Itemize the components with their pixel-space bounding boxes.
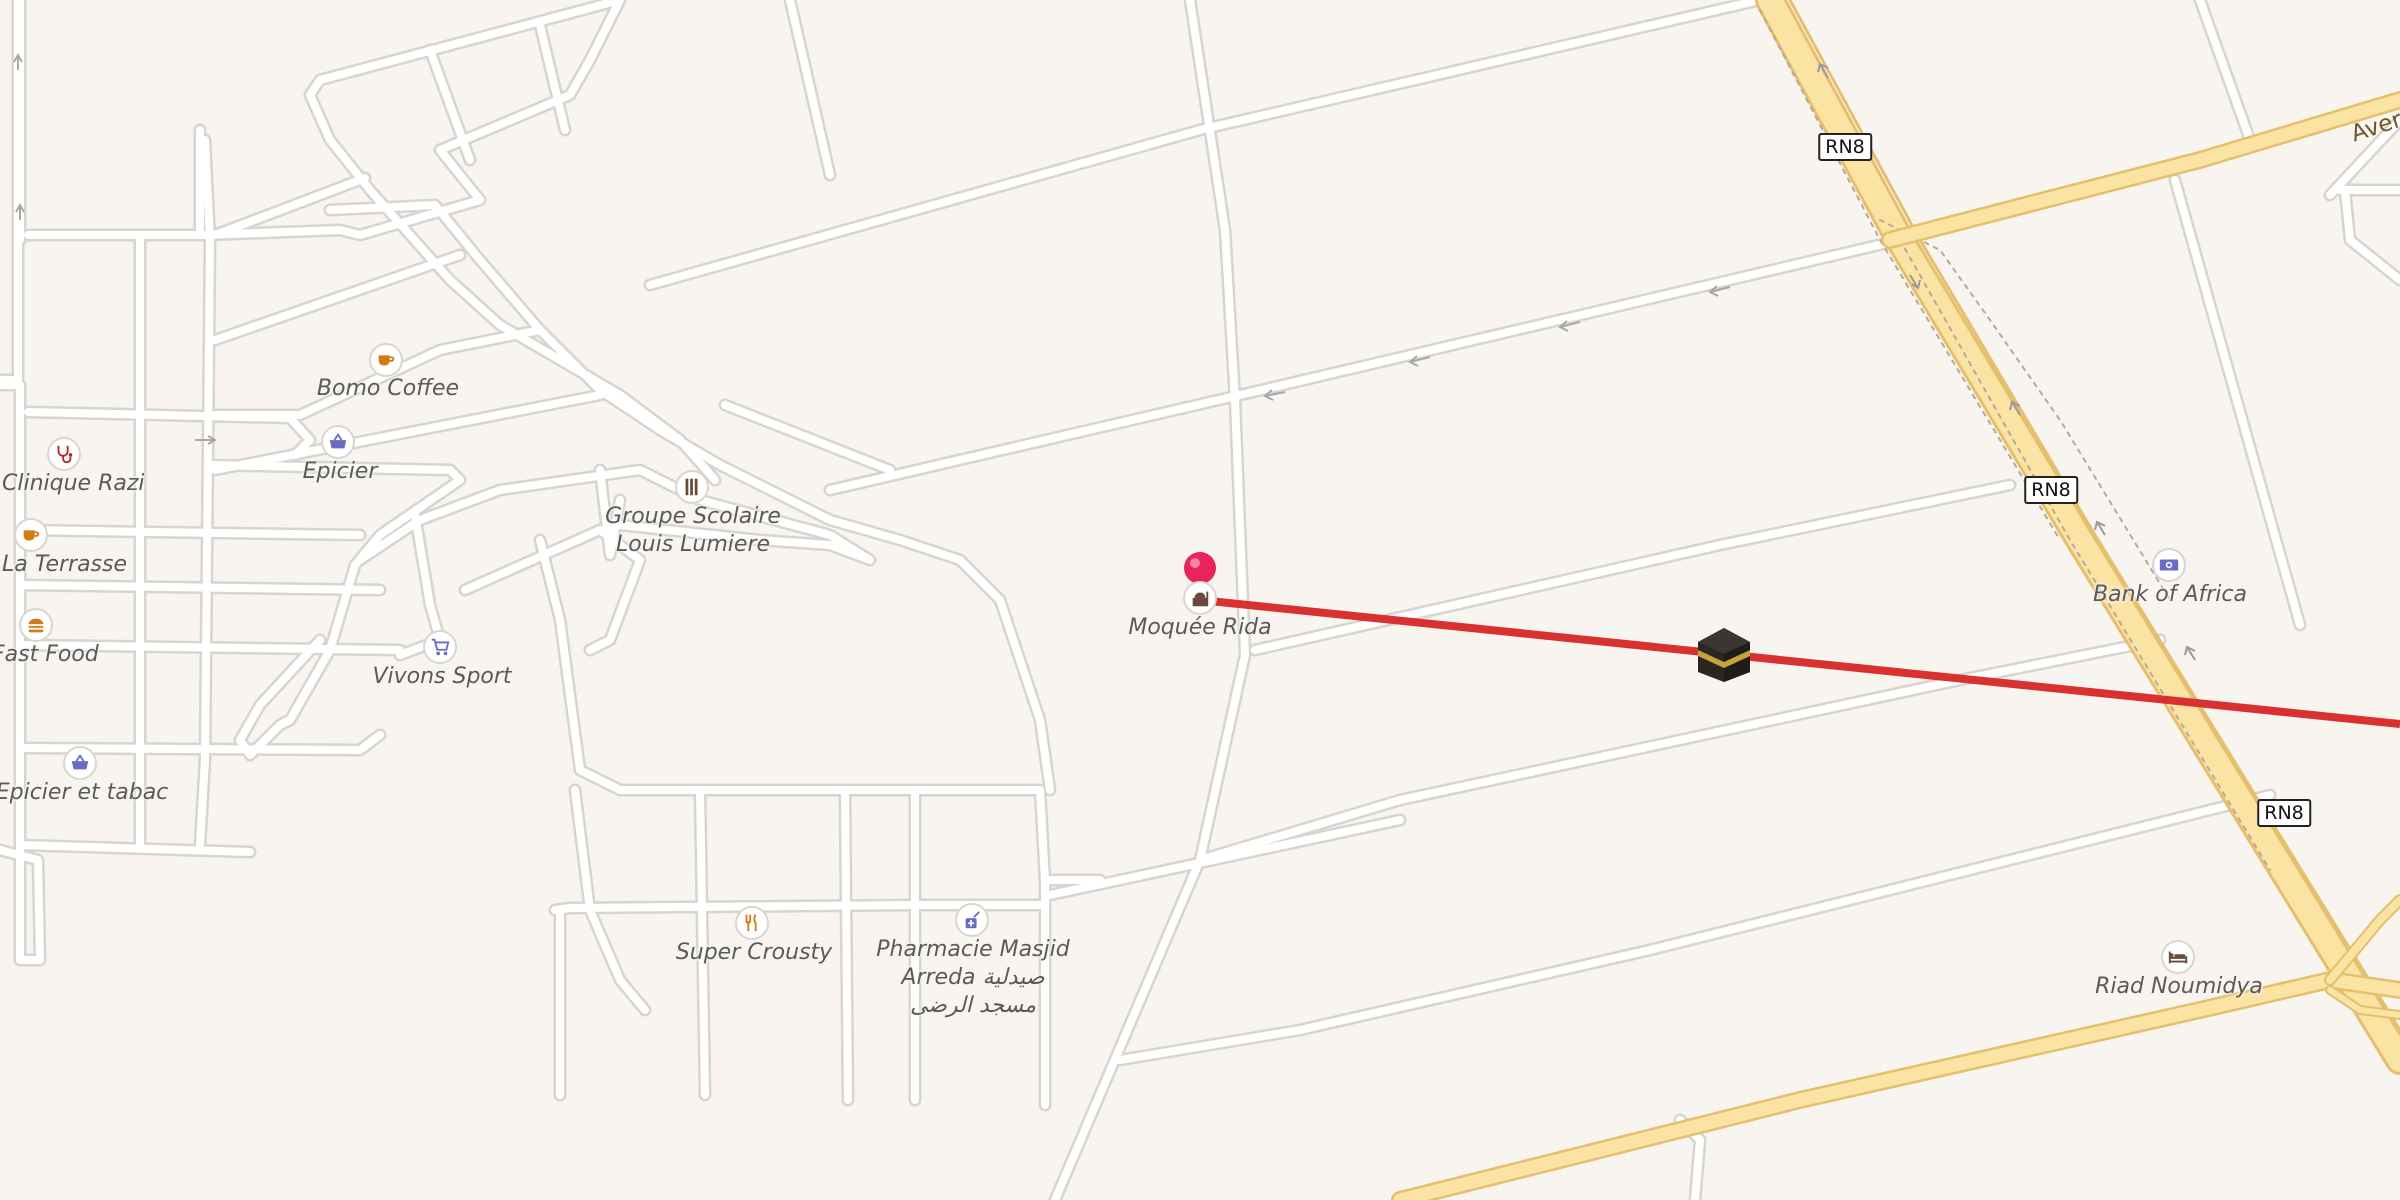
poi-label-pharmacie-line3: مسجد الرضى xyxy=(909,993,1037,1018)
coffee-cup-icon[interactable] xyxy=(369,343,403,377)
shopping-cart-icon[interactable] xyxy=(423,630,457,664)
poi-label-epicier[interactable]: Epicier xyxy=(303,458,378,486)
poi-label-fast-food[interactable]: Fast Food xyxy=(0,641,99,669)
poi-label-groupe-scolaire-line1: Groupe Scolaire xyxy=(605,504,781,529)
road-shield-rn8: RN8 xyxy=(2024,476,2078,504)
poi-label-groupe-scolaire[interactable]: Groupe Scolaire Louis Lumiere xyxy=(605,503,781,559)
fork-knife-icon[interactable] xyxy=(735,906,769,940)
poi-label-bank-of-africa[interactable]: Bank of Africa xyxy=(2093,581,2247,609)
poi-label-mosquee-rida[interactable]: Moquée Rida xyxy=(1128,614,1271,642)
bed-icon[interactable] xyxy=(2161,940,2195,974)
poi-label-riad-noumidya[interactable]: Riad Noumidya xyxy=(2095,973,2263,1001)
stethoscope-icon[interactable] xyxy=(47,437,81,471)
avenue-lower xyxy=(1391,894,2400,1200)
poi-label-super-crousty[interactable]: Super Crousty xyxy=(676,939,832,967)
poi-label-pharmacie-line2: Arreda صيدلية xyxy=(901,965,1045,990)
mosque-icon[interactable] xyxy=(1183,581,1217,615)
qibla-direction-line xyxy=(1199,596,2400,728)
shopping-basket-icon[interactable] xyxy=(321,425,355,459)
coffee-cup-icon[interactable] xyxy=(14,518,48,552)
pharmacy-icon[interactable] xyxy=(955,903,989,937)
poi-label-groupe-scolaire-line2: Louis Lumiere xyxy=(615,532,771,557)
burger-icon[interactable] xyxy=(19,608,53,642)
avenue-upper xyxy=(1881,91,2400,249)
road-shield-rn8: RN8 xyxy=(2257,799,2311,827)
poi-label-la-terrasse[interactable]: La Terrasse xyxy=(2,551,127,579)
poi-label-pharmacie-line1: Pharmacie Masjid xyxy=(876,937,1070,962)
kaaba-icon xyxy=(1698,628,1750,682)
school-icon[interactable] xyxy=(675,470,709,504)
banknote-icon[interactable] xyxy=(2152,548,2186,582)
poi-label-pharmacie[interactable]: Pharmacie Masjid Arreda صيدلية مسجد الرض… xyxy=(876,936,1070,1020)
shopping-basket-icon[interactable] xyxy=(63,746,97,780)
poi-label-clinique-razi[interactable]: Clinique Razi xyxy=(2,470,145,498)
poi-label-vivons-sport[interactable]: Vivons Sport xyxy=(372,663,511,691)
poi-label-bomo-coffee[interactable]: Bomo Coffee xyxy=(317,375,459,403)
poi-label-epicier-et-tabac[interactable]: Epicier et tabac xyxy=(0,779,168,807)
road-shield-rn8: RN8 xyxy=(1818,133,1872,161)
oneway-arrows xyxy=(13,52,1731,445)
